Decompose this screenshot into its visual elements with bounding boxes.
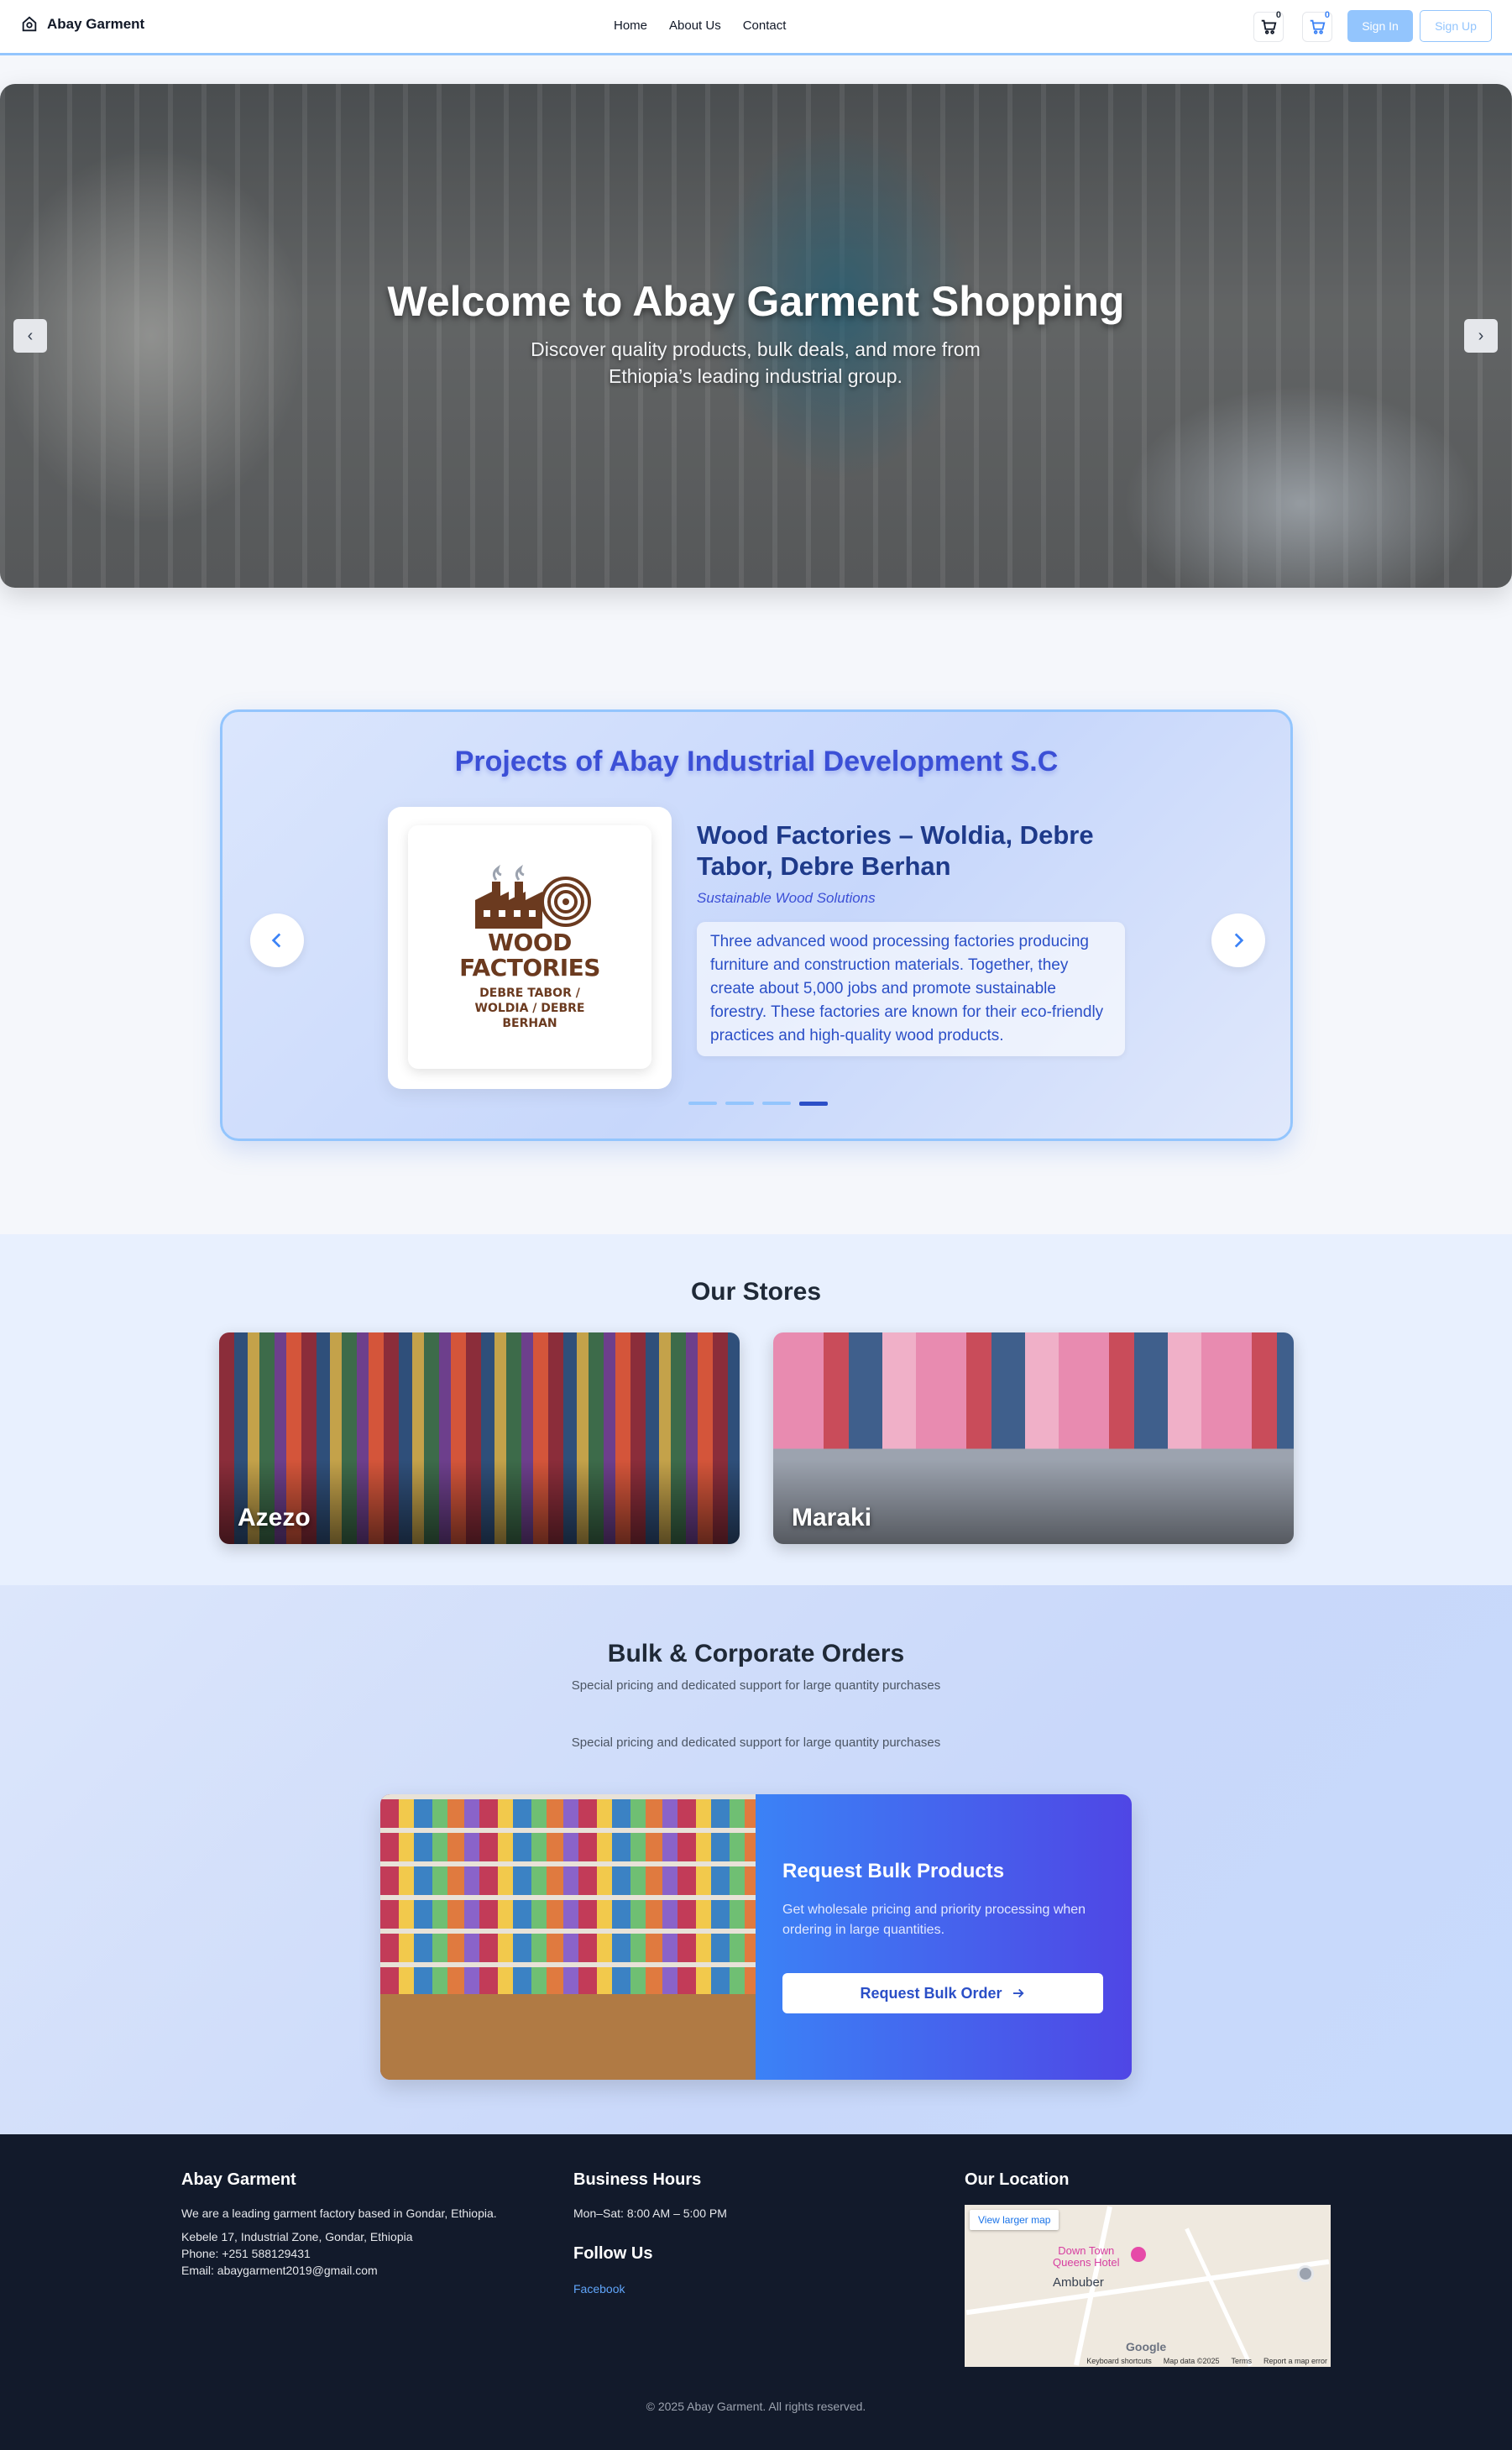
project-tagline: Sustainable Wood Solutions (697, 890, 876, 906)
brand-logo[interactable]: Abay Garment (20, 15, 144, 34)
sign-in-button[interactable]: Sign In (1347, 10, 1413, 42)
store-card-maraki[interactable]: Maraki (773, 1332, 1294, 1544)
store-name: Maraki (792, 1504, 872, 1531)
chevron-right-icon: › (1478, 326, 1484, 345)
store-card-azezo[interactable]: Azezo (219, 1332, 740, 1544)
bulk-card-title: Request Bulk Products (782, 1860, 1005, 1882)
stores-title: Our Stores (690, 1278, 822, 1306)
logo-text: WOOD FACTORIES (459, 929, 600, 982)
map-terms-link[interactable]: Terms (1231, 2357, 1252, 2365)
footer-hours-title: Business Hours (573, 2170, 702, 2189)
footer-email: Email: abaygarment2019@gmail.com (181, 2264, 378, 2277)
hero-subtitle: Discover quality products, bulk deals, a… (531, 338, 981, 387)
request-bulk-order-label: Request Bulk Order (860, 1984, 1002, 2002)
facebook-link[interactable]: Facebook (573, 2282, 625, 2296)
copyright: © 2025 Abay Garment. All rights reserved… (646, 2400, 866, 2413)
hero-title: Welcome to Abay Garment Shopping (387, 278, 1125, 325)
hero-carousel: Welcome to Abay Garment Shopping Discove… (0, 84, 1512, 588)
cart-icon (1310, 19, 1326, 34)
google-logo: Google (1126, 2340, 1167, 2353)
cart-count-badge: 0 (1324, 10, 1330, 20)
wood-factories-logo: WOOD FACTORIES DEBRE TABOR / WOLDIA / DE… (408, 825, 651, 1069)
store-name: Azezo (238, 1504, 311, 1531)
carousel-dot-active[interactable] (799, 1102, 828, 1106)
footer-follow-title: Follow Us (573, 2244, 653, 2263)
map-keyboard-shortcuts[interactable]: Keyboard shortcuts (1086, 2357, 1152, 2365)
map-data-credit: Map data ©2025 (1163, 2357, 1220, 2365)
carousel-dot[interactable] (725, 1102, 754, 1105)
project-description: Three advanced wood processing factories… (697, 922, 1125, 1056)
chevron-left-icon (271, 933, 281, 948)
view-larger-map-link[interactable]: View larger map (970, 2210, 1059, 2230)
arrow-right-icon (1012, 1988, 1024, 1998)
map-place-label: Ambuber (1053, 2275, 1104, 2290)
sign-up-button[interactable]: Sign Up (1420, 10, 1492, 42)
footer-address: Kebele 17, Industrial Zone, Gondar, Ethi… (181, 2230, 413, 2243)
projects-title: Projects of Abay Industrial Development … (454, 746, 1059, 777)
map-attribution: Keyboard shortcuts Map data ©2025 Terms … (1086, 2357, 1327, 2365)
carousel-indicators (688, 1102, 828, 1106)
logo-subtext: DEBRE TABOR / WOLDIA / DEBRE BERHAN (474, 987, 585, 1030)
cart-button-secondary[interactable]: 0 (1302, 10, 1332, 42)
factory-icon (475, 864, 591, 929)
project-name: Wood Factories – Woldia, Debre Tabor, De… (697, 820, 1094, 881)
projects-prev-button[interactable] (250, 914, 304, 967)
footer-about: We are a leading garment factory based i… (181, 2207, 497, 2220)
fabric-shelves-image (380, 1794, 756, 2080)
bulk-title: Bulk & Corporate Orders (607, 1640, 905, 1667)
map-pin-icon (1297, 2265, 1314, 2282)
footer-phone: Phone: +251 588129431 (181, 2247, 311, 2260)
bulk-order-card: Request Bulk Products Get wholesale pric… (380, 1794, 1132, 2080)
bulk-subtitle-repeat: Special pricing and dedicated support fo… (571, 1735, 941, 1750)
location-map[interactable]: View larger map Down Town Queens Hotel A… (965, 2205, 1331, 2367)
nav-link-home[interactable]: Home (614, 18, 647, 33)
top-navbar: Abay Garment Home About Us Contact 0 0 S… (0, 0, 1512, 55)
nav-link-about[interactable]: About Us (669, 18, 721, 33)
project-image-card: WOOD FACTORIES DEBRE TABOR / WOLDIA / DE… (388, 807, 672, 1089)
bulk-card-content: Request Bulk Products Get wholesale pric… (756, 1794, 1132, 2080)
hotel-pin-icon (1131, 2247, 1146, 2262)
nav-link-contact[interactable]: Contact (743, 18, 787, 33)
cart-icon (1261, 19, 1277, 34)
map-report-link[interactable]: Report a map error (1263, 2357, 1327, 2365)
cart-count-badge: 0 (1275, 10, 1281, 20)
projects-carousel: Projects of Abay Industrial Development … (220, 709, 1293, 1141)
chevron-left-icon: ‹ (27, 326, 34, 345)
brand-name: Abay Garment (47, 16, 145, 32)
bulk-subtitle: Special pricing and dedicated support fo… (571, 1678, 941, 1693)
request-bulk-order-button[interactable]: Request Bulk Order (782, 1973, 1103, 2013)
home-icon (22, 16, 37, 32)
footer-hours: Mon–Sat: 8:00 AM – 5:00 PM (573, 2207, 727, 2220)
projects-next-button[interactable] (1211, 914, 1265, 967)
map-hotel-label: Down Town Queens Hotel (1053, 2244, 1120, 2269)
carousel-dot[interactable] (688, 1102, 717, 1105)
hero-next-button[interactable]: › (1464, 319, 1498, 353)
footer-location-title: Our Location (965, 2170, 1070, 2189)
nav-links: Home About Us Contact (614, 18, 786, 33)
chevron-right-icon (1234, 933, 1244, 948)
bulk-card-text: Get wholesale pricing and priority proce… (782, 1903, 1086, 1937)
hero-prev-button[interactable]: ‹ (13, 319, 47, 353)
footer-brand: Abay Garment (181, 2170, 296, 2189)
carousel-dot[interactable] (762, 1102, 791, 1105)
cart-button[interactable]: 0 (1253, 10, 1284, 42)
